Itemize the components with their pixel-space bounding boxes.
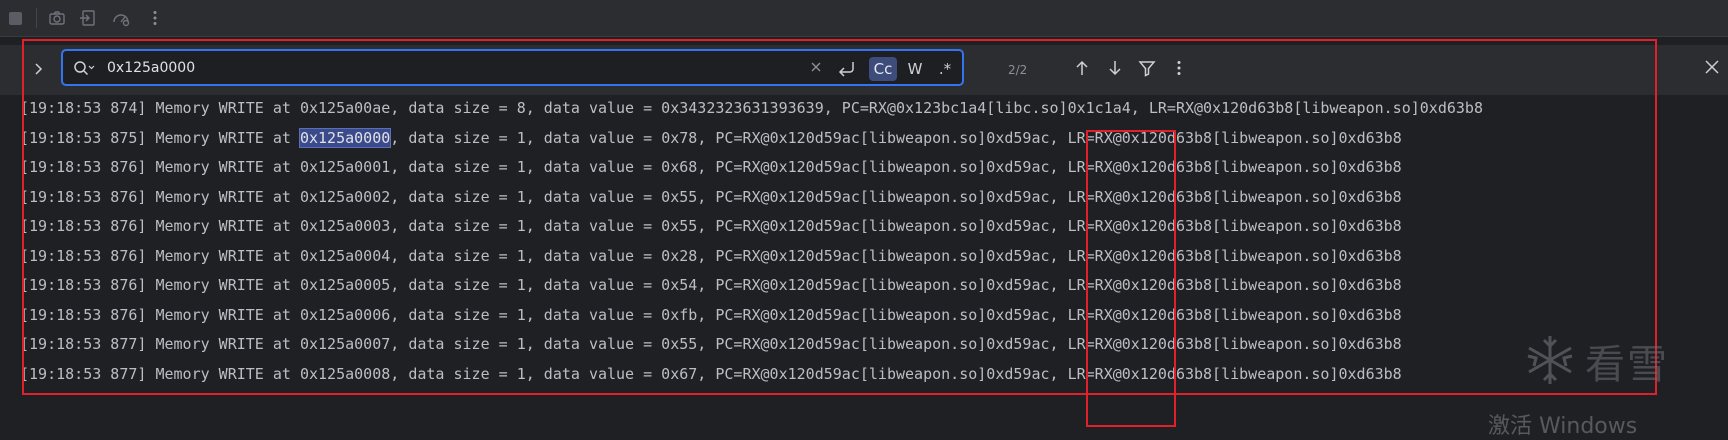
export-icon[interactable] xyxy=(79,9,97,27)
log-line[interactable]: [19:18:53 877] Memory WRITE at 0x125a000… xyxy=(20,333,1402,355)
clipped-log-line xyxy=(20,78,1700,98)
log-text: [19:18:53 877] Memory WRITE at 0x125a000… xyxy=(20,365,1402,383)
log-text: [19:18:53 877] Memory WRITE at 0x125a000… xyxy=(20,335,1402,353)
log-line[interactable]: [19:18:53 875] Memory WRITE at 0x125a000… xyxy=(20,127,1402,149)
filter-icon[interactable] xyxy=(1138,59,1156,77)
log-text: [19:18:53 874] Memory WRITE at 0x125a00a… xyxy=(20,99,1483,117)
log-text: [19:18:53 876] Memory WRITE at 0x125a000… xyxy=(20,306,1402,324)
more-vertical-icon[interactable] xyxy=(146,9,164,27)
search-input[interactable] xyxy=(107,57,807,79)
watermark-brand: 看雪 xyxy=(1585,342,1669,388)
camera-icon[interactable] xyxy=(48,9,66,27)
close-icon[interactable] xyxy=(1703,58,1721,76)
match-count: 2/2 xyxy=(1008,63,1028,77)
chevron-right-icon[interactable] xyxy=(30,61,46,77)
log-text: [19:18:53 875] Memory WRITE at xyxy=(20,129,300,147)
log-line[interactable]: [19:18:53 876] Memory WRITE at 0x125a000… xyxy=(20,245,1402,267)
log-text: [19:18:53 876] Memory WRITE at 0x125a000… xyxy=(20,217,1402,235)
search-match-highlight: 0x125a0000 xyxy=(298,128,392,148)
more-vertical-icon[interactable] xyxy=(1170,59,1188,77)
log-line[interactable]: [19:18:53 876] Memory WRITE at 0x125a000… xyxy=(20,304,1402,326)
log-line[interactable]: [19:18:53 876] Memory WRITE at 0x125a000… xyxy=(20,186,1402,208)
log-line[interactable]: [19:18:53 876] Memory WRITE at 0x125a000… xyxy=(20,215,1402,237)
toolbar xyxy=(0,0,1728,37)
gauge-icon[interactable] xyxy=(112,9,130,27)
log-text: [19:18:53 876] Memory WRITE at 0x125a000… xyxy=(20,276,1402,294)
log-line[interactable]: [19:18:53 874] Memory WRITE at 0x125a00a… xyxy=(20,97,1483,119)
log-line[interactable]: [19:18:53 876] Memory WRITE at 0x125a000… xyxy=(20,274,1402,296)
snowflake-logo-icon xyxy=(1520,330,1580,390)
log-text: [19:18:53 876] Memory WRITE at 0x125a000… xyxy=(20,188,1402,206)
log-line[interactable]: [19:18:53 876] Memory WRITE at 0x125a000… xyxy=(20,156,1402,178)
log-text: [19:18:53 876] Memory WRITE at 0x125a000… xyxy=(20,247,1402,265)
arrow-down-icon[interactable] xyxy=(1106,59,1124,77)
stop-icon[interactable] xyxy=(7,9,25,27)
activate-windows-text: 激活 Windows xyxy=(1488,414,1638,439)
log-text: [19:18:53 876] Memory WRITE at 0x125a000… xyxy=(20,158,1402,176)
log-line[interactable]: [19:18:53 877] Memory WRITE at 0x125a000… xyxy=(20,363,1402,385)
toolbar-divider xyxy=(36,8,37,28)
log-text: , data size = 1, data value = 0x78, PC=R… xyxy=(390,129,1402,147)
arrow-up-icon[interactable] xyxy=(1073,59,1091,77)
search-history-icon[interactable] xyxy=(73,60,95,76)
